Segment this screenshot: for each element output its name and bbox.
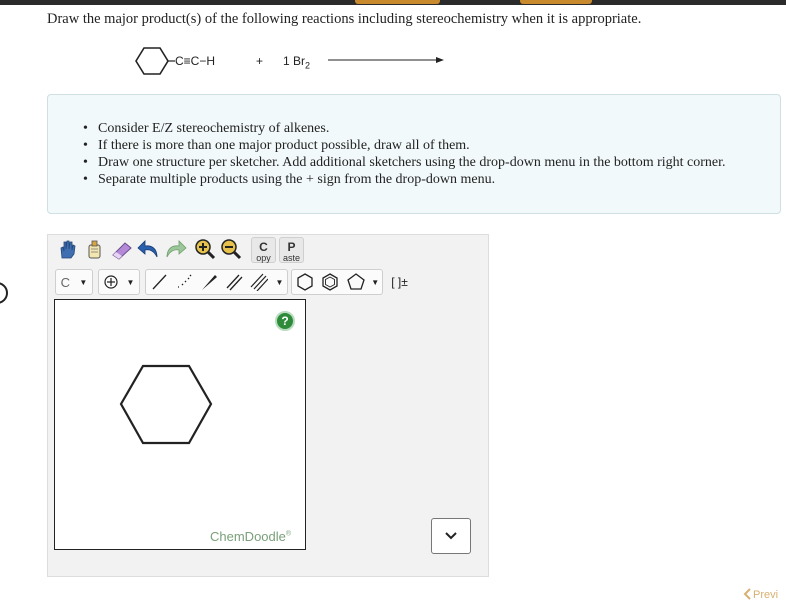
drawing-canvas[interactable]: ? ChemDoodle®	[54, 299, 306, 550]
alkyne-substituent: C≡C−H	[175, 54, 216, 68]
cyclohexane-ring	[135, 47, 169, 75]
paste-button[interactable]: P aste	[279, 237, 304, 263]
chemdoodle-watermark: ChemDoodle®	[210, 529, 291, 544]
chevron-down-icon: ▼	[126, 277, 135, 287]
wedge-bond-icon[interactable]	[200, 273, 218, 291]
chevron-down-icon	[445, 532, 457, 540]
copy-label-big: C	[259, 240, 268, 254]
instruction-item: Separate multiple products using the + s…	[83, 171, 726, 188]
tab-stub-left[interactable]	[355, 0, 440, 4]
cyclopentane-icon[interactable]	[346, 272, 366, 292]
sketcher-options-select[interactable]	[431, 518, 471, 554]
instruction-text: Separate multiple products using the + s…	[98, 172, 496, 187]
paste-label-small: aste	[282, 253, 300, 263]
chevron-down-icon: ▼	[371, 277, 380, 287]
element-selector[interactable]: C ▼	[55, 269, 93, 295]
redo-button[interactable]	[163, 237, 187, 261]
zoom-out-button[interactable]	[219, 237, 243, 261]
instruction-item: Consider E/Z stereochemistry of alkenes.	[83, 120, 726, 137]
undo-button[interactable]	[137, 237, 161, 261]
watermark-text: ChemDoodle	[210, 529, 286, 544]
reagent-bromine: 1 Br2	[283, 54, 310, 70]
eraser-icon	[112, 242, 132, 260]
instruction-text: Draw one structure per sketcher. Add add…	[98, 155, 726, 170]
canvas-drawing	[119, 364, 213, 445]
lasso-tool-button[interactable]	[82, 237, 106, 261]
eraser-tool-button[interactable]	[110, 237, 134, 261]
chevron-down-icon: ▼	[79, 277, 88, 287]
reagent-subscript: 2	[305, 60, 311, 71]
chevron-left-icon	[743, 588, 751, 600]
hand-icon	[60, 240, 76, 259]
instruction-text: If there is more than one major product …	[98, 138, 470, 153]
redo-icon	[166, 240, 187, 258]
reaction-scheme: C≡C−H + 1 Br2	[132, 45, 452, 79]
reaction-arrow-head	[436, 57, 444, 63]
double-bond-icon[interactable]	[225, 273, 243, 291]
element-label: C	[60, 274, 71, 290]
reagent-coefficient: 1 Br	[283, 54, 306, 68]
chevron-down-icon: ▼	[275, 277, 284, 287]
triple-bond-icon[interactable]	[250, 273, 269, 291]
charge-selector[interactable]: ▼	[98, 269, 140, 295]
plus-sign: +	[256, 54, 264, 68]
copy-label-small: opy	[256, 253, 271, 263]
question-prompt: Draw the major product(s) of the followi…	[47, 11, 642, 27]
bracket-charge-tool[interactable]: [ ]±	[386, 269, 413, 295]
lasso-icon	[88, 240, 101, 259]
bracket-charge-label: [ ]±	[391, 275, 408, 289]
drawn-cyclohexane	[119, 364, 213, 445]
hand-tool-button[interactable]	[55, 237, 79, 261]
benzene-icon[interactable]	[320, 272, 340, 292]
watermark-mark: ®	[285, 530, 292, 538]
ring-tools[interactable]: ▼	[291, 269, 383, 295]
instruction-item: Draw one structure per sketcher. Add add…	[83, 154, 726, 171]
plus-circle-icon	[103, 275, 118, 289]
instruction-text: Consider E/Z stereochemistry of alkenes.	[98, 121, 330, 136]
top-bar	[0, 0, 786, 5]
single-bond-icon[interactable]	[150, 273, 168, 291]
undo-icon	[137, 240, 158, 258]
instruction-item: If there is more than one major product …	[83, 137, 726, 154]
cyclohexane-icon[interactable]	[295, 272, 315, 292]
tab-stub-right[interactable]	[520, 0, 592, 4]
instructions-box: Consider E/Z stereochemistry of alkenes.…	[47, 94, 781, 214]
previous-link[interactable]: Previ	[742, 588, 778, 601]
previous-label: Previ	[753, 589, 779, 601]
copy-button[interactable]: C opy	[251, 237, 276, 263]
zoom-in-icon	[195, 239, 216, 260]
bond-tools[interactable]: ▼	[145, 269, 288, 295]
dashed-bond-icon[interactable]	[175, 273, 193, 291]
left-edge-circle[interactable]	[0, 282, 8, 304]
zoom-in-button[interactable]	[193, 237, 217, 261]
zoom-out-icon	[221, 239, 242, 260]
paste-label-big: P	[287, 240, 296, 254]
instructions-list: Consider E/Z stereochemistry of alkenes.…	[83, 120, 726, 188]
